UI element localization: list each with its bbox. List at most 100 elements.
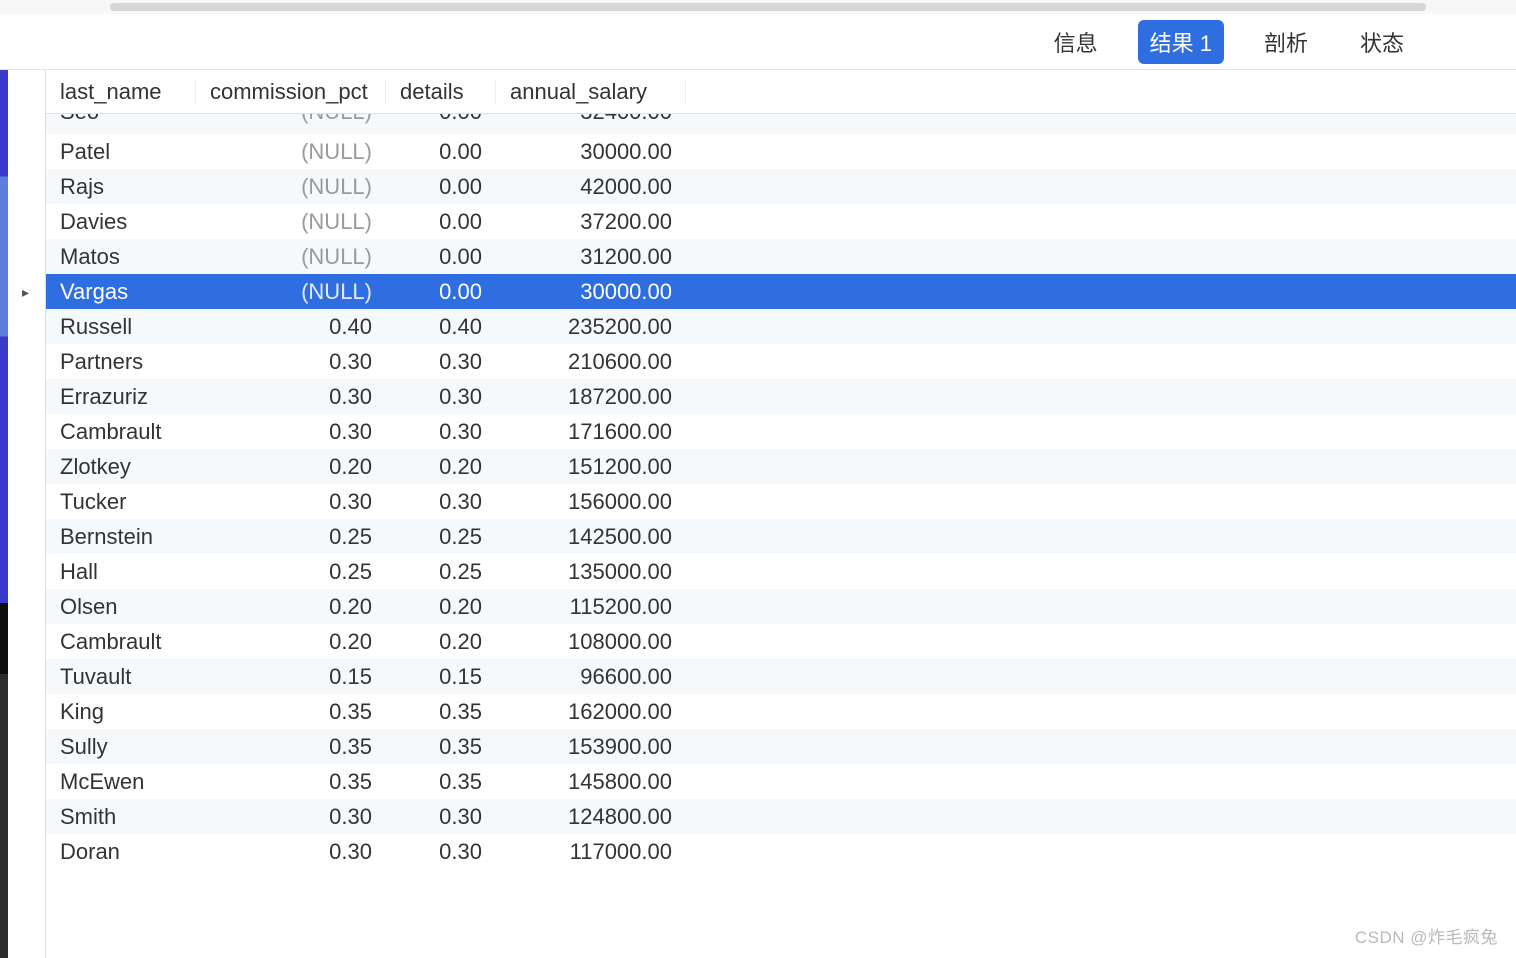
- cell-last_name[interactable]: Olsen: [46, 594, 196, 620]
- cell-last_name[interactable]: Partners: [46, 349, 196, 375]
- cell-commission_pct[interactable]: (NULL): [196, 209, 386, 235]
- table-row[interactable]: Bernstein0.250.25142500.00: [46, 519, 1516, 554]
- cell-details[interactable]: 0.35: [386, 699, 496, 725]
- table-row[interactable]: ▸Vargas(NULL)0.0030000.00: [46, 274, 1516, 309]
- cell-commission_pct[interactable]: 0.20: [196, 594, 386, 620]
- cell-details[interactable]: 0.00: [386, 114, 496, 125]
- cell-annual_salary[interactable]: 108000.00: [496, 629, 686, 655]
- table-row[interactable]: Errazuriz0.300.30187200.00: [46, 379, 1516, 414]
- cell-details[interactable]: 0.40: [386, 314, 496, 340]
- cell-commission_pct[interactable]: 0.35: [196, 734, 386, 760]
- cell-last_name[interactable]: Seo: [46, 114, 196, 125]
- cell-details[interactable]: 0.30: [386, 349, 496, 375]
- cell-last_name[interactable]: Hall: [46, 559, 196, 585]
- table-row[interactable]: McEwen0.350.35145800.00: [46, 764, 1516, 799]
- cell-annual_salary[interactable]: 96600.00: [496, 664, 686, 690]
- cell-last_name[interactable]: Tucker: [46, 489, 196, 515]
- cell-details[interactable]: 0.30: [386, 419, 496, 445]
- tab-info[interactable]: 信息: [1042, 20, 1110, 64]
- cell-annual_salary[interactable]: 187200.00: [496, 384, 686, 410]
- cell-details[interactable]: 0.20: [386, 454, 496, 480]
- cell-annual_salary[interactable]: 124800.00: [496, 804, 686, 830]
- cell-last_name[interactable]: Zlotkey: [46, 454, 196, 480]
- cell-details[interactable]: 0.15: [386, 664, 496, 690]
- cell-last_name[interactable]: Russell: [46, 314, 196, 340]
- cell-details[interactable]: 0.25: [386, 524, 496, 550]
- cell-last_name[interactable]: Patel: [46, 139, 196, 165]
- cell-annual_salary[interactable]: 162000.00: [496, 699, 686, 725]
- table-row[interactable]: Rajs(NULL)0.0042000.00: [46, 169, 1516, 204]
- cell-commission_pct[interactable]: 0.20: [196, 629, 386, 655]
- table-row[interactable]: Tuvault0.150.1596600.00: [46, 659, 1516, 694]
- horizontal-scrollbar[interactable]: [110, 3, 1426, 11]
- cell-commission_pct[interactable]: 0.35: [196, 699, 386, 725]
- cell-annual_salary[interactable]: 145800.00: [496, 769, 686, 795]
- cell-details[interactable]: 0.35: [386, 734, 496, 760]
- cell-annual_salary[interactable]: 30000.00: [496, 139, 686, 165]
- cell-details[interactable]: 0.30: [386, 839, 496, 865]
- cell-annual_salary[interactable]: 210600.00: [496, 349, 686, 375]
- table-row[interactable]: Davies(NULL)0.0037200.00: [46, 204, 1516, 239]
- cell-details[interactable]: 0.25: [386, 559, 496, 585]
- table-row[interactable]: Tucker0.300.30156000.00: [46, 484, 1516, 519]
- cell-commission_pct[interactable]: (NULL): [196, 139, 386, 165]
- table-row[interactable]: Smith0.300.30124800.00: [46, 799, 1516, 834]
- cell-commission_pct[interactable]: 0.30: [196, 489, 386, 515]
- cell-last_name[interactable]: Davies: [46, 209, 196, 235]
- cell-annual_salary[interactable]: 115200.00: [496, 594, 686, 620]
- cell-last_name[interactable]: McEwen: [46, 769, 196, 795]
- table-row[interactable]: Doran0.300.30117000.00: [46, 834, 1516, 869]
- cell-annual_salary[interactable]: 30000.00: [496, 279, 686, 305]
- cell-last_name[interactable]: Sully: [46, 734, 196, 760]
- table-row[interactable]: Sully0.350.35153900.00: [46, 729, 1516, 764]
- cell-last_name[interactable]: Errazuriz: [46, 384, 196, 410]
- cell-commission_pct[interactable]: 0.15: [196, 664, 386, 690]
- table-row[interactable]: Olsen0.200.20115200.00: [46, 589, 1516, 624]
- cell-last_name[interactable]: Vargas: [46, 279, 196, 305]
- table-row[interactable]: Cambrault0.200.20108000.00: [46, 624, 1516, 659]
- cell-commission_pct[interactable]: (NULL): [196, 244, 386, 270]
- cell-annual_salary[interactable]: 235200.00: [496, 314, 686, 340]
- cell-details[interactable]: 0.30: [386, 489, 496, 515]
- table-row[interactable]: Zlotkey0.200.20151200.00: [46, 449, 1516, 484]
- cell-annual_salary[interactable]: 117000.00: [496, 839, 686, 865]
- table-row[interactable]: Patel(NULL)0.0030000.00: [46, 134, 1516, 169]
- table-row[interactable]: King0.350.35162000.00: [46, 694, 1516, 729]
- table-row[interactable]: Hall0.250.25135000.00: [46, 554, 1516, 589]
- cell-last_name[interactable]: Bernstein: [46, 524, 196, 550]
- table-row[interactable]: Russell0.400.40235200.00: [46, 309, 1516, 344]
- cell-annual_salary[interactable]: 32400.00: [496, 114, 686, 125]
- table-row[interactable]: Partners0.300.30210600.00: [46, 344, 1516, 379]
- cell-details[interactable]: 0.00: [386, 174, 496, 200]
- cell-annual_salary[interactable]: 135000.00: [496, 559, 686, 585]
- cell-commission_pct[interactable]: (NULL): [196, 114, 386, 125]
- cell-last_name[interactable]: Cambrault: [46, 629, 196, 655]
- cell-commission_pct[interactable]: 0.25: [196, 524, 386, 550]
- cell-annual_salary[interactable]: 171600.00: [496, 419, 686, 445]
- cell-annual_salary[interactable]: 37200.00: [496, 209, 686, 235]
- cell-last_name[interactable]: Matos: [46, 244, 196, 270]
- cell-commission_pct[interactable]: 0.40: [196, 314, 386, 340]
- cell-commission_pct[interactable]: 0.20: [196, 454, 386, 480]
- cell-annual_salary[interactable]: 156000.00: [496, 489, 686, 515]
- cell-annual_salary[interactable]: 151200.00: [496, 454, 686, 480]
- tab-profile[interactable]: 剖析: [1252, 20, 1320, 64]
- table-row[interactable]: Seo(NULL)0.0032400.00: [46, 114, 1516, 134]
- cell-commission_pct[interactable]: (NULL): [196, 174, 386, 200]
- cell-annual_salary[interactable]: 153900.00: [496, 734, 686, 760]
- cell-last_name[interactable]: Smith: [46, 804, 196, 830]
- cell-details[interactable]: 0.00: [386, 279, 496, 305]
- cell-commission_pct[interactable]: 0.30: [196, 349, 386, 375]
- cell-details[interactable]: 0.30: [386, 804, 496, 830]
- tab-results[interactable]: 结果 1: [1138, 20, 1224, 64]
- cell-details[interactable]: 0.35: [386, 769, 496, 795]
- cell-last_name[interactable]: Cambrault: [46, 419, 196, 445]
- tab-status[interactable]: 状态: [1348, 20, 1416, 64]
- table-row[interactable]: Matos(NULL)0.0031200.00: [46, 239, 1516, 274]
- cell-details[interactable]: 0.00: [386, 209, 496, 235]
- cell-commission_pct[interactable]: 0.25: [196, 559, 386, 585]
- cell-commission_pct[interactable]: (NULL): [196, 279, 386, 305]
- cell-details[interactable]: 0.30: [386, 384, 496, 410]
- cell-commission_pct[interactable]: 0.30: [196, 839, 386, 865]
- column-header-last_name[interactable]: last_name: [46, 79, 196, 105]
